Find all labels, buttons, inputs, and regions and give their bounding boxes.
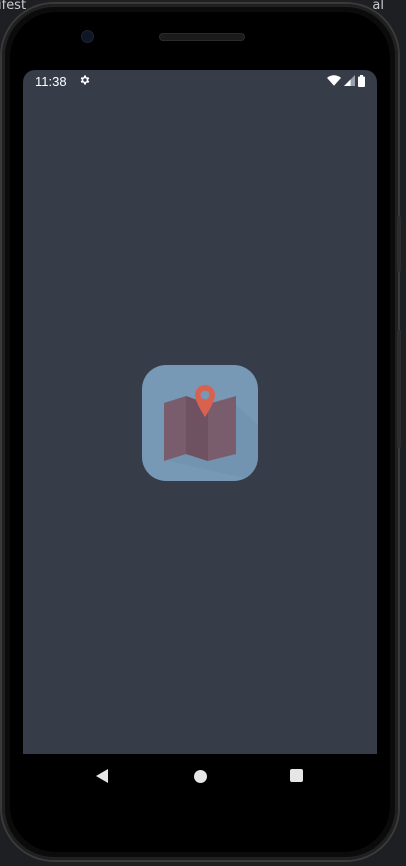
map-pin-app-icon bbox=[164, 385, 258, 481]
app-screen: 11:38 bbox=[23, 70, 377, 754]
settings-icon bbox=[80, 75, 90, 85]
ide-text-fragment-left: ifest bbox=[0, 0, 27, 13]
battery-icon bbox=[358, 74, 365, 87]
status-icons bbox=[327, 74, 365, 87]
status-time: 11:38 bbox=[35, 74, 67, 89]
volume-button[interactable] bbox=[397, 216, 401, 272]
wifi-icon bbox=[327, 75, 341, 86]
back-icon[interactable] bbox=[94, 768, 110, 784]
front-camera bbox=[82, 31, 93, 42]
home-icon[interactable] bbox=[194, 770, 207, 783]
cellular-signal-icon bbox=[344, 75, 355, 86]
power-button[interactable] bbox=[397, 330, 401, 448]
app-icon bbox=[142, 365, 258, 481]
recents-icon[interactable] bbox=[290, 769, 303, 782]
ide-text-fragment-right: al bbox=[372, 0, 384, 13]
status-bar: 11:38 bbox=[23, 70, 377, 92]
navigation-bar bbox=[0, 754, 406, 806]
earpiece-speaker bbox=[159, 33, 245, 41]
